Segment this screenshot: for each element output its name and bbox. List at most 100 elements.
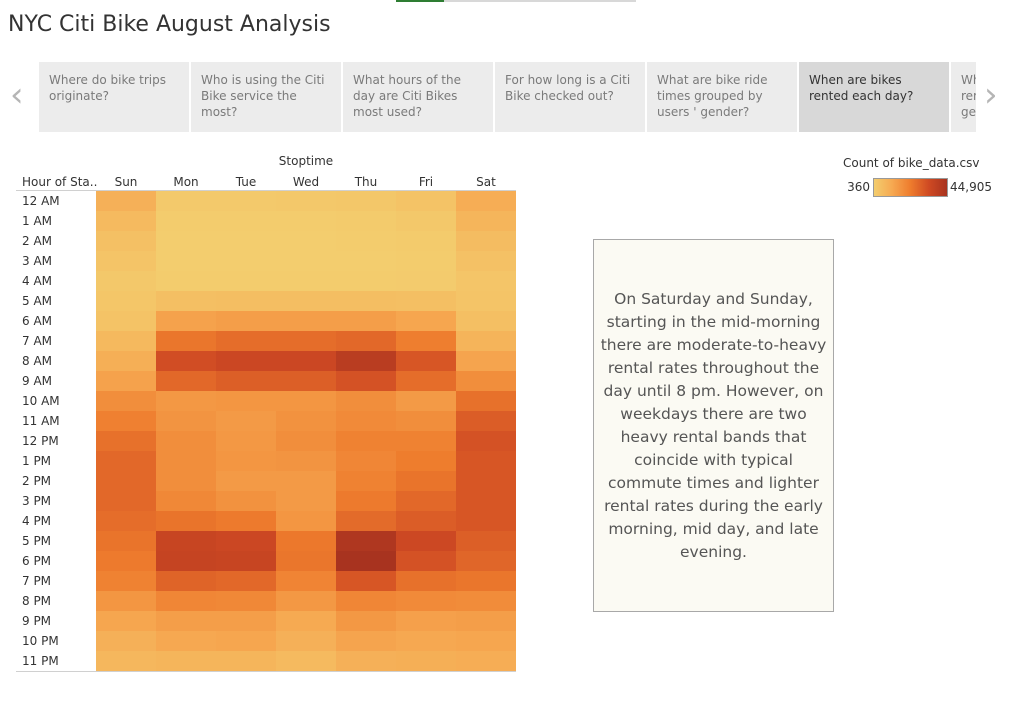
heatmap-cell <box>96 451 156 471</box>
heatmap-cell <box>156 571 216 591</box>
heatmap-cell <box>276 451 336 471</box>
heatmap-cell <box>216 431 276 451</box>
heatmap-cell <box>156 431 216 451</box>
row-label: 4 PM <box>22 514 51 528</box>
heatmap-cell <box>336 351 396 371</box>
heatmap-cell <box>336 611 396 631</box>
storypoint-tab[interactable]: What are bike ride times grouped by user… <box>647 62 797 132</box>
storypoint-track: Where do bike trips originate? Who is usi… <box>39 62 976 132</box>
storypoint-tab[interactable]: Who is using the Citi Bike service the m… <box>191 62 341 132</box>
heatmap-cell <box>216 611 276 631</box>
heatmap-cell <box>216 391 276 411</box>
story-caption: On Saturday and Sunday, starting in the … <box>593 239 834 612</box>
heatmap-cell <box>96 231 156 251</box>
heatmap-cell <box>396 391 456 411</box>
heatmap-cell <box>456 551 516 571</box>
heatmap-cell <box>156 371 216 391</box>
storypoint-tab[interactable]: Where do bike trips originate? <box>39 62 189 132</box>
heatmap-cell <box>456 391 516 411</box>
heatmap-cell <box>276 371 336 391</box>
heatmap-cell <box>216 471 276 491</box>
row-label: 9 PM <box>22 614 51 628</box>
heatmap-cell <box>216 231 276 251</box>
heatmap-cell <box>276 551 336 571</box>
heatmap-cell <box>396 571 456 591</box>
heatmap-cell <box>276 571 336 591</box>
heatmap-cell <box>156 611 216 631</box>
heatmap-cell <box>456 611 516 631</box>
heatmap-cell <box>396 291 456 311</box>
heatmap-cell <box>456 211 516 231</box>
heatmap-cell <box>396 611 456 631</box>
row-label: 10 PM <box>22 634 59 648</box>
heatmap-cell <box>336 431 396 451</box>
heatmap-cell <box>336 191 396 211</box>
heatmap-cell <box>396 471 456 491</box>
heatmap-cell <box>216 651 276 671</box>
storypoint-tab[interactable]: For how long is a Citi Bike checked out? <box>495 62 645 132</box>
heatmap-cell <box>456 471 516 491</box>
heatmap-cell <box>456 651 516 671</box>
heatmap-cell <box>96 571 156 591</box>
heatmap-cell <box>96 431 156 451</box>
column-label: Mon <box>173 175 198 189</box>
page-title: NYC Citi Bike August Analysis <box>8 12 331 37</box>
heatmap-cell <box>276 511 336 531</box>
heatmap-cell <box>336 311 396 331</box>
chevron-left-icon[interactable]: ‹ <box>10 78 24 112</box>
storypoint-tab[interactable]: When are bikes rented each day by gender… <box>951 62 976 132</box>
legend-color-ramp <box>873 178 948 197</box>
heatmap-cell <box>456 531 516 551</box>
heatmap-cell <box>96 291 156 311</box>
heatmap-cell <box>336 271 396 291</box>
heatmap-cell <box>216 211 276 231</box>
legend-min-label: 360 <box>847 180 870 194</box>
heatmap-cell <box>336 331 396 351</box>
row-label: 5 PM <box>22 534 51 548</box>
heatmap-cell <box>276 191 336 211</box>
heatmap-cell <box>456 351 516 371</box>
heatmap-cell <box>216 331 276 351</box>
row-label: 8 PM <box>22 594 51 608</box>
heatmap-cell <box>336 231 396 251</box>
heatmap-cell <box>96 491 156 511</box>
heatmap-cell <box>156 391 216 411</box>
heatmap-cell <box>396 371 456 391</box>
heatmap-cell <box>396 231 456 251</box>
heatmap-cell <box>96 351 156 371</box>
heatmap-cell <box>216 411 276 431</box>
storypoint-tab[interactable]: What hours of the day are Citi Bikes mos… <box>343 62 493 132</box>
heatmap-cell <box>336 211 396 231</box>
heatmap-cell <box>276 531 336 551</box>
chevron-right-icon[interactable]: › <box>984 78 998 112</box>
heatmap-cell <box>456 491 516 511</box>
heatmap-cell <box>96 531 156 551</box>
heatmap-cell <box>456 371 516 391</box>
storypoint-tab[interactable]: When are bikes rented each day? <box>799 62 949 132</box>
heatmap-cell <box>216 491 276 511</box>
row-label: 9 AM <box>22 374 52 388</box>
heatmap-cell <box>456 231 516 251</box>
heatmap-cell <box>216 531 276 551</box>
heatmap-cell <box>336 511 396 531</box>
heatmap-cell <box>216 291 276 311</box>
row-label: 12 AM <box>22 194 60 208</box>
legend-max-label: 44,905 <box>950 180 992 194</box>
heatmap-cell <box>96 411 156 431</box>
heatmap-cell <box>336 291 396 311</box>
heatmap-cell <box>156 331 216 351</box>
heatmap-cell <box>156 211 216 231</box>
heatmap-cell <box>396 531 456 551</box>
heatmap-cell <box>216 271 276 291</box>
row-label: 11 PM <box>22 654 59 668</box>
color-legend: Count of bike_data.csv 360 44,905 <box>840 156 1010 206</box>
row-label: 6 AM <box>22 314 52 328</box>
row-label: 8 AM <box>22 354 52 368</box>
heatmap-cell <box>96 611 156 631</box>
heatmap-cell <box>96 371 156 391</box>
heatmap-cell <box>96 331 156 351</box>
heatmap-cell <box>396 311 456 331</box>
column-label: Fri <box>419 175 433 189</box>
heatmap-cell <box>156 631 216 651</box>
heatmap-cell <box>336 591 396 611</box>
